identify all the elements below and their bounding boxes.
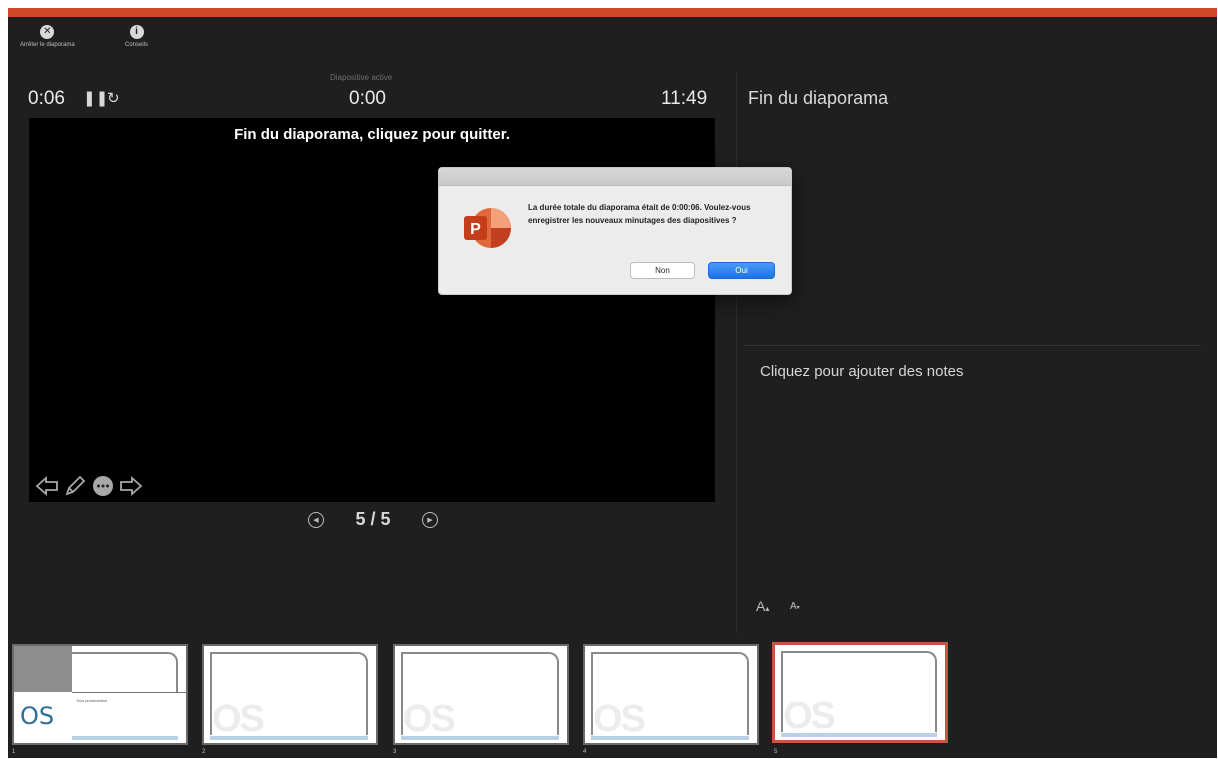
notes-placeholder[interactable]: Cliquez pour ajouter des notes	[760, 363, 963, 380]
notes-divider	[744, 345, 1201, 346]
slide-thumbnail-1[interactable]: Your presentation OS	[12, 644, 188, 745]
thumbnail-number: 2	[202, 749, 206, 755]
decrease-font-label: A	[790, 601, 797, 612]
thumbnail-frame	[401, 652, 559, 735]
presenter-view: ✕ Arrêter le diaporama i Conseils 0:06 ❚…	[8, 8, 1217, 758]
thumbnail-footer	[591, 736, 749, 740]
thumbnail-frame	[210, 652, 368, 735]
info-icon: i	[129, 25, 144, 39]
slide-thumbnail-strip: Your presentation OS 1 OS 2 OS 3 OS 4 OS	[8, 641, 1217, 758]
thumbnail-footer	[72, 736, 178, 740]
end-of-show-text: Fin du diaporama, cliquez pour quitter.	[234, 126, 510, 143]
thumbnail-footer	[401, 736, 559, 740]
more-options-icon[interactable]	[91, 474, 115, 498]
thumbnail-divider	[72, 692, 186, 693]
clock: 11:49	[661, 88, 708, 109]
decrease-font-button[interactable]: A▾	[790, 601, 800, 612]
dialog-message: La durée totale du diaporama était de 0:…	[528, 203, 751, 225]
pen-icon[interactable]	[63, 474, 87, 498]
decrease-font-icon: ▾	[796, 605, 800, 611]
active-slide-label: Diapositive active	[330, 73, 393, 82]
thumbnail-footer	[781, 733, 937, 737]
powerpoint-icon: P	[464, 208, 511, 248]
next-slide-icon[interactable]: ▶	[422, 511, 438, 528]
thumbnail-number: 3	[393, 749, 397, 755]
no-button[interactable]: Non	[630, 262, 695, 279]
slide-thumbnail-3[interactable]: OS	[393, 644, 569, 745]
slide-navigation: ◀ 5 / 5 ▶	[308, 509, 438, 530]
previous-slide-icon[interactable]: ◀	[308, 511, 324, 528]
thumbnail-footer	[210, 736, 368, 740]
increase-font-button[interactable]: A▴	[756, 598, 769, 614]
next-slide-title: Fin du diaporama	[748, 88, 889, 108]
end-show-label: Arrêter le diaporama	[20, 42, 75, 48]
thumbnail-logo: OS	[20, 702, 55, 730]
pause-icon[interactable]: ❚❚	[83, 89, 108, 107]
thumbnail-frame	[72, 652, 178, 692]
tips-label: Conseils	[125, 42, 149, 48]
elapsed-timer: 0:06	[28, 88, 65, 109]
thumbnail-frame	[591, 652, 749, 735]
thumbnail-number: 5	[774, 749, 778, 755]
save-timings-dialog: P La durée totale du diaporama était de …	[438, 167, 792, 295]
close-circle-icon: ✕	[40, 25, 55, 39]
pane-divider	[736, 73, 737, 633]
slide-tools	[35, 474, 143, 498]
title-accent-bar	[8, 8, 1217, 17]
yes-button[interactable]: Oui	[708, 262, 775, 279]
next-arrow-icon[interactable]	[119, 475, 143, 497]
dialog-titlebar	[439, 168, 791, 186]
thumbnail-number: 4	[583, 749, 587, 755]
slide-thumbnail-5[interactable]: OS	[772, 642, 948, 743]
tips-button[interactable]: i Conseils	[125, 25, 148, 48]
slide-thumbnail-4[interactable]: OS	[583, 644, 759, 745]
thumbnail-caption: Your presentation	[76, 698, 108, 703]
increase-font-icon: ▴	[765, 604, 770, 613]
thumbnail-image-block	[14, 646, 72, 692]
slide-thumbnail-2[interactable]: OS	[202, 644, 378, 745]
thumbnail-number: 1	[12, 749, 16, 755]
powerpoint-icon-letter: P	[470, 221, 481, 238]
thumbnail-frame	[781, 651, 937, 732]
previous-arrow-icon[interactable]	[35, 475, 59, 497]
slide-timer: 0:00	[349, 88, 386, 109]
slide-counter: 5 / 5	[355, 509, 391, 529]
end-show-button[interactable]: ✕ Arrêter le diaporama	[20, 25, 75, 48]
reset-timer-icon[interactable]: ↻	[107, 89, 120, 107]
increase-font-label: A	[756, 598, 766, 614]
